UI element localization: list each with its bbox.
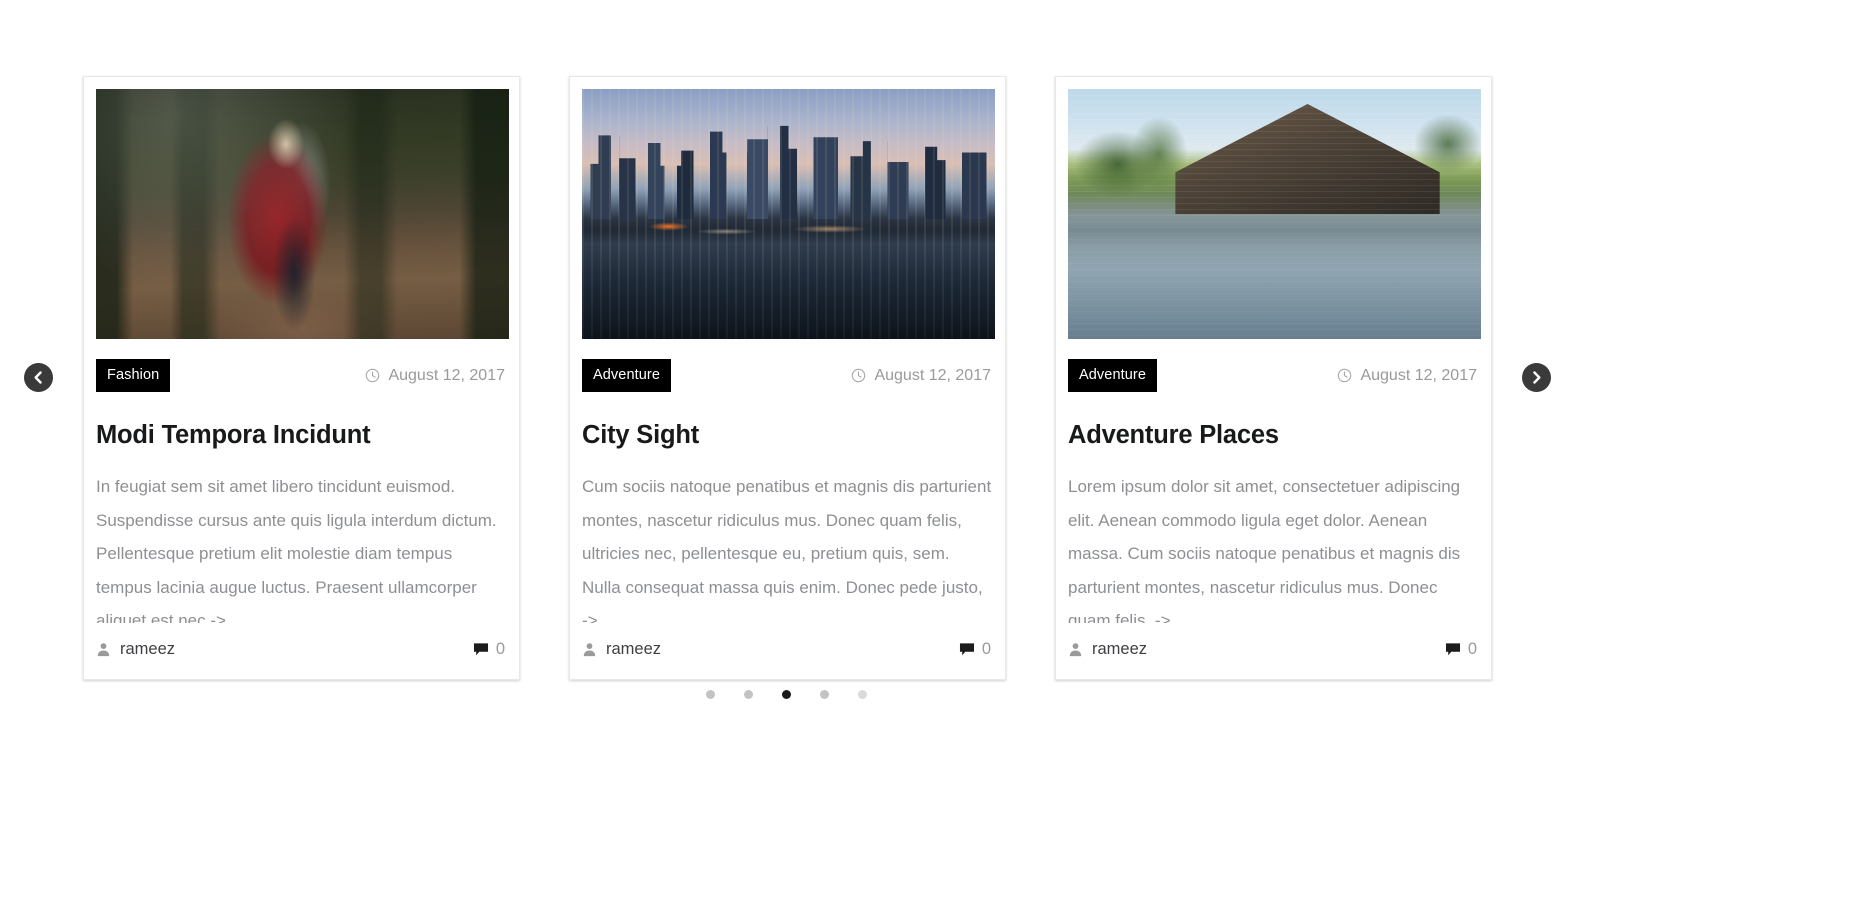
post-author-name: rameez <box>120 639 176 658</box>
page-root: Fashion August 12, 2017 Modi Tempora Inc… <box>0 0 1875 906</box>
clock-icon <box>852 368 866 383</box>
post-carousel: Fashion August 12, 2017 Modi Tempora Inc… <box>0 0 1875 906</box>
post-author-name: rameez <box>606 639 662 658</box>
post-date: August 12, 2017 <box>365 367 507 385</box>
post-date-text: August 12, 2017 <box>874 366 991 384</box>
carousel-dot-1[interactable] <box>706 690 715 699</box>
user-icon <box>1069 642 1082 656</box>
category-badge[interactable]: Fashion <box>96 358 171 393</box>
post-date-text: August 12, 2017 <box>1360 366 1477 384</box>
comment-icon <box>959 642 974 655</box>
post-date: August 12, 2017 <box>1337 367 1479 385</box>
post-comment-count: 0 <box>981 639 991 658</box>
post-card[interactable]: Adventure August 12, 2017 City Sight Cum… <box>569 76 1006 680</box>
post-thumbnail[interactable] <box>582 89 995 339</box>
carousel-dot-3[interactable] <box>782 690 791 699</box>
post-meta: Fashion August 12, 2017 <box>96 339 507 397</box>
post-author[interactable]: rameez <box>1068 640 1147 659</box>
post-comment-count: 0 <box>1467 639 1477 658</box>
post-thumbnail[interactable] <box>1068 89 1481 339</box>
post-card[interactable]: Adventure August 12, 2017 Adventure Plac… <box>1055 76 1492 680</box>
post-comments[interactable]: 0 <box>959 640 993 659</box>
user-icon <box>583 642 596 656</box>
post-author-name: rameez <box>1092 639 1148 658</box>
user-icon <box>97 642 110 656</box>
post-thumbnail[interactable] <box>96 89 509 339</box>
carousel-prev-button[interactable] <box>24 363 53 392</box>
clock-icon <box>1338 368 1352 383</box>
chevron-right-icon <box>1533 371 1541 384</box>
clock-icon <box>366 368 380 383</box>
post-card[interactable]: Fashion August 12, 2017 Modi Tempora Inc… <box>83 76 520 680</box>
post-excerpt: Cum sociis natoque penatibus et magnis d… <box>582 477 992 623</box>
post-title[interactable]: City Sight <box>582 421 993 450</box>
post-author[interactable]: rameez <box>96 640 175 659</box>
post-meta: Adventure August 12, 2017 <box>1068 339 1479 397</box>
carousel-dot-5[interactable] <box>858 690 867 699</box>
post-title[interactable]: Modi Tempora Incidunt <box>96 421 507 450</box>
post-comment-count: 0 <box>495 639 505 658</box>
post-author[interactable]: rameez <box>582 640 661 659</box>
post-excerpt: Lorem ipsum dolor sit amet, consectetuer… <box>1068 477 1461 623</box>
carousel-pagination <box>0 690 1573 699</box>
comment-icon <box>1445 642 1460 655</box>
post-footer: rameez 0 <box>582 623 993 679</box>
chevron-left-icon <box>34 371 42 384</box>
post-excerpt: In feugiat sem sit amet libero tincidunt… <box>96 477 497 623</box>
post-footer: rameez 0 <box>96 623 507 679</box>
post-date: August 12, 2017 <box>851 367 993 385</box>
category-badge[interactable]: Adventure <box>1068 358 1157 393</box>
category-badge[interactable]: Adventure <box>582 358 671 393</box>
carousel-dot-2[interactable] <box>744 690 753 699</box>
comment-icon <box>473 642 488 655</box>
post-comments[interactable]: 0 <box>1445 640 1479 659</box>
post-comments[interactable]: 0 <box>473 640 507 659</box>
post-image-city <box>582 89 995 339</box>
post-title[interactable]: Adventure Places <box>1068 421 1479 450</box>
carousel-dot-4[interactable] <box>820 690 829 699</box>
post-image-forest <box>96 89 509 339</box>
carousel-next-button[interactable] <box>1522 363 1551 392</box>
post-meta: Adventure August 12, 2017 <box>582 339 993 397</box>
post-footer: rameez 0 <box>1068 623 1479 679</box>
post-image-resort <box>1068 89 1481 339</box>
post-date-text: August 12, 2017 <box>388 366 505 384</box>
